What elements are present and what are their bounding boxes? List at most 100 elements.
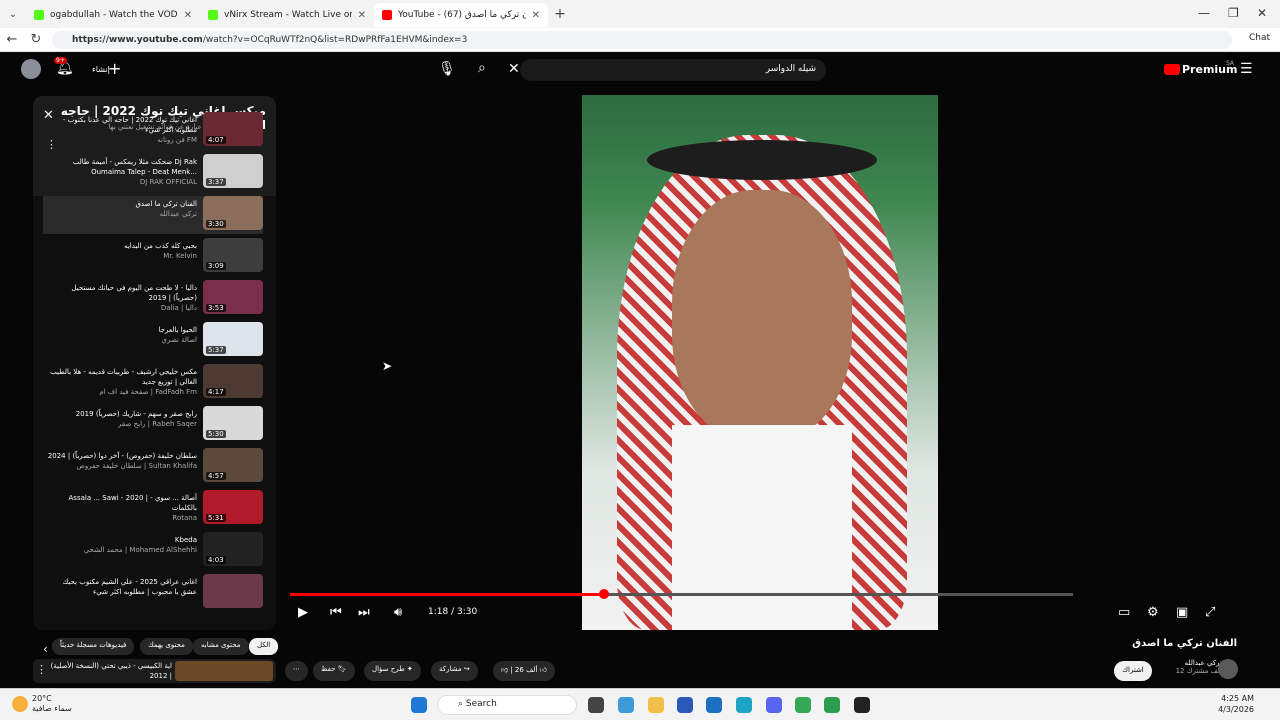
chip-related[interactable]: محتوى مشابه	[193, 638, 249, 655]
avatar[interactable]	[21, 59, 41, 79]
save-button[interactable]: حفظ 🔖︎	[313, 661, 355, 681]
next-video-card[interactable]: ⋮ اية الكبيسي - ذيبي تحتي (النسخة الأصلي…	[33, 659, 276, 683]
settings-icon[interactable]: ⚙	[1147, 605, 1159, 620]
menu-icon[interactable]: ☰	[1240, 61, 1253, 77]
close-icon[interactable]: ✕	[532, 10, 540, 21]
channel-avatar[interactable]	[1218, 659, 1238, 679]
playlist-item[interactable]: اغاني تيك توك 2022 | حاجه الي عدنا بكتوب…	[43, 112, 263, 150]
more-actions-button[interactable]: ⋯	[285, 661, 308, 681]
kick-icon	[34, 10, 44, 20]
address-bar: ← ↻ https://www.youtube.com/watch?v=OCqR…	[0, 28, 1280, 52]
create-plus-icon[interactable]: +	[108, 59, 121, 78]
playlist-item-title: اغاني عراقي 2025 - علي الشيم مكتوب بحبك …	[62, 578, 197, 596]
playlist-item-thumbnail: 5:31	[203, 490, 263, 524]
refresh-icon[interactable]: ↻	[24, 32, 48, 47]
ask-label: طرح سؤال	[372, 665, 405, 673]
taskbar: 20°C سماء صافية ⌕ Search 4:25 AM 4/3/202…	[0, 688, 1280, 720]
progress-fill	[290, 593, 605, 596]
playlist-item[interactable]: مكس خليجي ارشيف - طربيات قديمه - هلا بال…	[43, 364, 263, 402]
ask-button[interactable]: طرح سؤال ✦	[364, 661, 421, 681]
playlist-item[interactable]: بحبي كله كذب من البدايه Mr. Kelvin 3:09	[43, 238, 263, 276]
search-icon[interactable]: ⌕	[478, 60, 486, 76]
share-label: مشاركة	[439, 665, 462, 673]
subscribe-button[interactable]: اشتراك	[1114, 661, 1152, 681]
playlist-item-title: بحبي كله كذب من البدايه	[124, 242, 197, 250]
taskbar-search[interactable]: ⌕ Search	[437, 695, 577, 715]
subtitles-icon[interactable]: ▭	[1118, 605, 1130, 620]
play-icon[interactable]: ▶	[298, 605, 308, 620]
duration-badge: 5:30	[206, 430, 226, 438]
miniplayer-icon[interactable]: ▣	[1176, 605, 1188, 620]
search-input[interactable]: شيله الدواسر	[520, 59, 826, 81]
playlist-item[interactable]: Assala ... Sawi - 2020 | أصالة ... سوي -…	[43, 490, 263, 528]
next-icon[interactable]: ⏭	[358, 605, 370, 620]
progress-bar[interactable]	[290, 589, 1073, 599]
like-dislike-button[interactable]: 👎︎ | 26 ألف 👍︎	[493, 661, 555, 681]
restore-icon[interactable]: ❐	[1228, 6, 1239, 20]
mic-icon[interactable]: 🎙︎	[438, 61, 456, 77]
start-icon[interactable]	[411, 697, 427, 713]
app-icon[interactable]	[824, 697, 840, 713]
weather-icon	[12, 696, 28, 712]
minimize-icon[interactable]: —	[1198, 6, 1210, 20]
share-button[interactable]: مشاركة ↪	[431, 661, 478, 681]
fullscreen-icon[interactable]: ⤢	[1205, 605, 1215, 620]
tab-kick-1[interactable]: ogabdullah - Watch the VOD on K ✕	[26, 3, 200, 27]
url-field[interactable]: https://www.youtube.com/watch?v=OCqRuWTf…	[52, 31, 1232, 49]
tab-youtube[interactable]: YouTube - الفنان تركي ما اصدق (67) ✕	[374, 3, 548, 27]
playlist-item-text: رابح صقر و سهم - شاريك (حصرياً) 2019 رابح…	[47, 406, 197, 444]
task-view-icon[interactable]	[588, 697, 604, 713]
video-image-face	[672, 190, 852, 440]
playlist-item[interactable]: رابح صقر و سهم - شاريك (حصرياً) 2019 رابح…	[43, 406, 263, 444]
tab-title: vNirx Stream - Watch Live on Kick	[224, 10, 352, 20]
edge-icon[interactable]	[736, 697, 752, 713]
clock[interactable]: 4:25 AM 4/3/2026	[1218, 693, 1254, 715]
store-icon[interactable]	[677, 697, 693, 713]
playlist-item[interactable]: الحيوا بالعرجا اصالة نصري 5:37	[43, 322, 263, 360]
chips-prev-icon[interactable]: ‹	[43, 642, 48, 656]
playlist-item[interactable]: Kbeda محمد الشحي | Mohamed AlShehhi 4:03	[43, 532, 263, 570]
tab-actions-icon[interactable]: ⌄	[0, 9, 26, 20]
tab-bar: ⌄ ogabdullah - Watch the VOD on K ✕ vNir…	[0, 0, 1280, 28]
playlist-item[interactable]: الفنان تركي ما اصدق تركي عبدالله 3:30	[43, 196, 263, 234]
copilot-chat-button[interactable]: Chat	[1249, 33, 1270, 43]
discord-icon[interactable]	[766, 697, 782, 713]
github-icon[interactable]	[854, 697, 870, 713]
tab-kick-2[interactable]: vNirx Stream - Watch Live on Kick ✕	[200, 3, 374, 27]
temperature: 20°C	[32, 694, 52, 703]
chip-for-you[interactable]: محتوى يهمك	[140, 638, 193, 655]
file-explorer-icon[interactable]	[648, 697, 664, 713]
playlist-item-text: سلطان خليفة (حفروص) - آخر دوا (حصرياً) |…	[47, 448, 197, 486]
playlist-item[interactable]: ضحكت مثلا ريمكس - أميمة طالب Dj Rak Ouma…	[43, 154, 263, 192]
youtube-page: 🔔︎ 9+ إنشاء + 🎙︎ ⌕ شيله الدواسر ✕ Premiu…	[0, 53, 1280, 688]
playlist-item-title: داليا - لا طحت من اليوم في حياتك مستحيل …	[71, 284, 197, 302]
video-title: الفنان تركي ما اصدق	[1132, 638, 1237, 649]
chip-all[interactable]: الكل	[249, 638, 279, 655]
close-icon[interactable]: ✕	[184, 10, 192, 21]
chip-recent[interactable]: فيديوهات مسجلة حديثاً	[52, 638, 135, 655]
more-icon[interactable]: ⋮	[36, 663, 47, 676]
playlist-item-text: مكس خليجي ارشيف - طربيات قديمه - هلا بال…	[47, 364, 197, 402]
outlook-icon[interactable]	[706, 697, 722, 713]
playlist-item[interactable]: داليا - لا طحت من اليوم في حياتك مستحيل …	[43, 280, 263, 318]
playlist-item-title: الفنان تركي ما اصدق	[135, 200, 197, 208]
playlist-item[interactable]: سلطان خليفة (حفروص) - آخر دوا (حصرياً) |…	[43, 448, 263, 486]
url-path: /watch?v=OCqRuWTf2nQ&list=RDwPRfFa1EHVM&…	[202, 35, 468, 45]
back-icon[interactable]: ←	[0, 32, 24, 47]
chrome-icon[interactable]	[795, 697, 811, 713]
previous-icon[interactable]: ⏮	[330, 605, 342, 620]
duration-badge: 4:07	[206, 136, 226, 144]
close-window-icon[interactable]: ✕	[1257, 6, 1267, 20]
clear-search-icon[interactable]: ✕	[508, 61, 520, 77]
playlist-item-channel: سلطان خليفة حفروص | Sultan Khalifa	[76, 462, 197, 470]
new-tab-icon[interactable]: +	[548, 6, 572, 22]
close-icon[interactable]: ✕	[358, 10, 366, 21]
playlist-item[interactable]: اغاني عراقي 2025 - علي الشيم مكتوب بحبك …	[43, 574, 263, 612]
youtube-logo[interactable]	[1164, 64, 1180, 75]
copilot-icon[interactable]	[618, 697, 634, 713]
weather-widget[interactable]: 20°C سماء صافية	[32, 694, 72, 714]
video-frame[interactable]	[582, 95, 938, 630]
tab-title: YouTube - الفنان تركي ما اصدق (67)	[398, 10, 526, 20]
channel-info[interactable]: تركي عبدالله 12 ألف مشترك	[1176, 659, 1222, 675]
volume-icon[interactable]: 🔊︎	[394, 605, 402, 620]
